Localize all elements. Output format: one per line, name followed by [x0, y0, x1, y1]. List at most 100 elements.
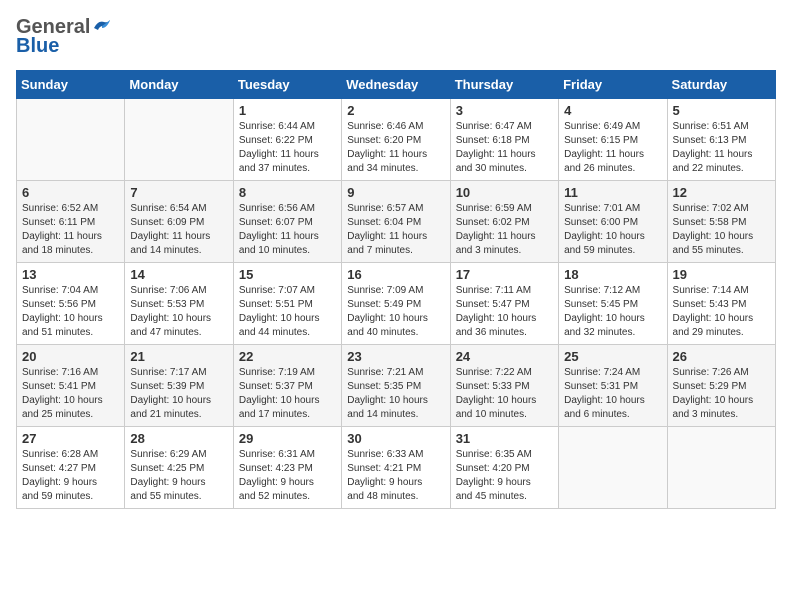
calendar-cell: 25Sunrise: 7:24 AM Sunset: 5:31 PM Dayli…: [559, 345, 667, 427]
calendar-cell: 14 Sunrise: 7:06 AM Sunset: 5:53 PM Dayli…: [125, 263, 233, 345]
calendar-cell: 15Sunrise: 7:07 AM Sunset: 5:51 PM Dayli…: [233, 263, 341, 345]
day-info: Sunrise: 7:11 AM Sunset: 5:47 PM Dayligh…: [456, 284, 553, 340]
day-info: Sunrise: 6:29 AM Sunset: 4:25 PM Dayligh…: [130, 448, 227, 504]
day-info: Sunrise: 7:19 AM Sunset: 5:37 PM Dayligh…: [239, 366, 336, 422]
calendar-cell: [17, 99, 125, 181]
day-info: Sunrise: 6:35 AM Sunset: 4:20 PM Dayligh…: [456, 448, 553, 504]
day-number: 4: [564, 103, 661, 118]
logo-bird-icon: [92, 18, 114, 36]
calendar-cell: 20Sunrise: 7:16 AM Sunset: 5:41 PM Dayli…: [17, 345, 125, 427]
calendar-cell: 10 Sunrise: 6:59 AM Sunset: 6:02 PM Dayli…: [450, 181, 558, 263]
calendar-cell: 24 Sunrise: 7:22 AM Sunset: 5:33 PM Dayli…: [450, 345, 558, 427]
day-number: 18: [564, 267, 661, 282]
calendar-cell: 28 Sunrise: 6:29 AM Sunset: 4:25 PM Dayli…: [125, 427, 233, 509]
day-number: 14: [130, 267, 227, 282]
calendar-week-row: 1Sunrise: 6:44 AM Sunset: 6:22 PM Daylig…: [17, 99, 776, 181]
day-header-saturday: Saturday: [667, 71, 775, 99]
day-number: 22: [239, 349, 336, 364]
calendar-cell: 6 Sunrise: 6:52 AM Sunset: 6:11 PM Daylig…: [17, 181, 125, 263]
calendar-cell: 26Sunrise: 7:26 AM Sunset: 5:29 PM Dayli…: [667, 345, 775, 427]
day-info: Sunrise: 7:07 AM Sunset: 5:51 PM Dayligh…: [239, 284, 336, 340]
calendar-week-row: 13 Sunrise: 7:04 AM Sunset: 5:56 PM Dayli…: [17, 263, 776, 345]
day-number: 28: [130, 431, 227, 446]
day-number: 8: [239, 185, 336, 200]
day-info: Sunrise: 7:12 AM Sunset: 5:45 PM Dayligh…: [564, 284, 661, 340]
day-number: 5: [673, 103, 770, 118]
calendar-cell: [125, 99, 233, 181]
page-header: General Blue: [16, 16, 776, 58]
day-number: 17: [456, 267, 553, 282]
day-info: Sunrise: 7:04 AM Sunset: 5:56 PM Dayligh…: [22, 284, 119, 340]
day-number: 11: [564, 185, 661, 200]
day-number: 21: [130, 349, 227, 364]
calendar-week-row: 6 Sunrise: 6:52 AM Sunset: 6:11 PM Daylig…: [17, 181, 776, 263]
calendar-cell: 12 Sunrise: 7:02 AM Sunset: 5:58 PM Dayli…: [667, 181, 775, 263]
calendar-cell: 2 Sunrise: 6:46 AM Sunset: 6:20 PM Daylig…: [342, 99, 450, 181]
calendar-cell: 23 Sunrise: 7:21 AM Sunset: 5:35 PM Dayli…: [342, 345, 450, 427]
day-info: Sunrise: 6:52 AM Sunset: 6:11 PM Dayligh…: [22, 202, 119, 258]
day-header-thursday: Thursday: [450, 71, 558, 99]
day-info: Sunrise: 7:16 AM Sunset: 5:41 PM Dayligh…: [22, 366, 119, 422]
calendar-cell: 3Sunrise: 6:47 AM Sunset: 6:18 PM Daylig…: [450, 99, 558, 181]
day-info: Sunrise: 6:49 AM Sunset: 6:15 PM Dayligh…: [564, 120, 661, 176]
day-info: Sunrise: 6:33 AM Sunset: 4:21 PM Dayligh…: [347, 448, 444, 504]
day-info: Sunrise: 7:24 AM Sunset: 5:31 PM Dayligh…: [564, 366, 661, 422]
calendar-table: SundayMondayTuesdayWednesdayThursdayFrid…: [16, 70, 776, 509]
calendar-cell: 17 Sunrise: 7:11 AM Sunset: 5:47 PM Dayli…: [450, 263, 558, 345]
day-header-tuesday: Tuesday: [233, 71, 341, 99]
day-number: 16: [347, 267, 444, 282]
day-header-wednesday: Wednesday: [342, 71, 450, 99]
day-number: 27: [22, 431, 119, 446]
day-info: Sunrise: 7:06 AM Sunset: 5:53 PM Dayligh…: [130, 284, 227, 340]
day-header-monday: Monday: [125, 71, 233, 99]
day-header-sunday: Sunday: [17, 71, 125, 99]
day-number: 10: [456, 185, 553, 200]
day-number: 13: [22, 267, 119, 282]
day-info: Sunrise: 7:22 AM Sunset: 5:33 PM Dayligh…: [456, 366, 553, 422]
day-info: Sunrise: 7:14 AM Sunset: 5:43 PM Dayligh…: [673, 284, 770, 340]
day-info: Sunrise: 6:44 AM Sunset: 6:22 PM Dayligh…: [239, 120, 336, 176]
calendar-cell: 8Sunrise: 6:56 AM Sunset: 6:07 PM Daylig…: [233, 181, 341, 263]
day-header-friday: Friday: [559, 71, 667, 99]
calendar-week-row: 20Sunrise: 7:16 AM Sunset: 5:41 PM Dayli…: [17, 345, 776, 427]
calendar-cell: 5 Sunrise: 6:51 AM Sunset: 6:13 PM Daylig…: [667, 99, 775, 181]
day-number: 9: [347, 185, 444, 200]
day-number: 3: [456, 103, 553, 118]
day-info: Sunrise: 6:57 AM Sunset: 6:04 PM Dayligh…: [347, 202, 444, 258]
calendar-cell: 21 Sunrise: 7:17 AM Sunset: 5:39 PM Dayli…: [125, 345, 233, 427]
day-info: Sunrise: 7:21 AM Sunset: 5:35 PM Dayligh…: [347, 366, 444, 422]
day-info: Sunrise: 7:17 AM Sunset: 5:39 PM Dayligh…: [130, 366, 227, 422]
day-number: 23: [347, 349, 444, 364]
calendar-cell: 7 Sunrise: 6:54 AM Sunset: 6:09 PM Daylig…: [125, 181, 233, 263]
day-number: 6: [22, 185, 119, 200]
calendar-cell: [667, 427, 775, 509]
calendar-cell: 18 Sunrise: 7:12 AM Sunset: 5:45 PM Dayli…: [559, 263, 667, 345]
day-number: 7: [130, 185, 227, 200]
day-number: 12: [673, 185, 770, 200]
calendar-cell: 16Sunrise: 7:09 AM Sunset: 5:49 PM Dayli…: [342, 263, 450, 345]
calendar-cell: 11 Sunrise: 7:01 AM Sunset: 6:00 PM Dayli…: [559, 181, 667, 263]
calendar-cell: 4 Sunrise: 6:49 AM Sunset: 6:15 PM Daylig…: [559, 99, 667, 181]
logo: General Blue: [16, 16, 114, 58]
day-number: 31: [456, 431, 553, 446]
day-info: Sunrise: 6:28 AM Sunset: 4:27 PM Dayligh…: [22, 448, 119, 504]
calendar-cell: [559, 427, 667, 509]
day-info: Sunrise: 7:01 AM Sunset: 6:00 PM Dayligh…: [564, 202, 661, 258]
calendar-header-row: SundayMondayTuesdayWednesdayThursdayFrid…: [17, 71, 776, 99]
day-info: Sunrise: 6:46 AM Sunset: 6:20 PM Dayligh…: [347, 120, 444, 176]
day-info: Sunrise: 6:51 AM Sunset: 6:13 PM Dayligh…: [673, 120, 770, 176]
day-number: 2: [347, 103, 444, 118]
day-number: 29: [239, 431, 336, 446]
day-info: Sunrise: 6:31 AM Sunset: 4:23 PM Dayligh…: [239, 448, 336, 504]
day-number: 24: [456, 349, 553, 364]
calendar-cell: 29 Sunrise: 6:31 AM Sunset: 4:23 PM Dayli…: [233, 427, 341, 509]
day-number: 19: [673, 267, 770, 282]
day-info: Sunrise: 7:02 AM Sunset: 5:58 PM Dayligh…: [673, 202, 770, 258]
logo-blue: Blue: [16, 35, 59, 58]
calendar-cell: 13 Sunrise: 7:04 AM Sunset: 5:56 PM Dayli…: [17, 263, 125, 345]
calendar-cell: 1Sunrise: 6:44 AM Sunset: 6:22 PM Daylig…: [233, 99, 341, 181]
calendar-cell: 27 Sunrise: 6:28 AM Sunset: 4:27 PM Dayli…: [17, 427, 125, 509]
day-info: Sunrise: 6:59 AM Sunset: 6:02 PM Dayligh…: [456, 202, 553, 258]
calendar-cell: 31 Sunrise: 6:35 AM Sunset: 4:20 PM Dayli…: [450, 427, 558, 509]
day-info: Sunrise: 6:54 AM Sunset: 6:09 PM Dayligh…: [130, 202, 227, 258]
